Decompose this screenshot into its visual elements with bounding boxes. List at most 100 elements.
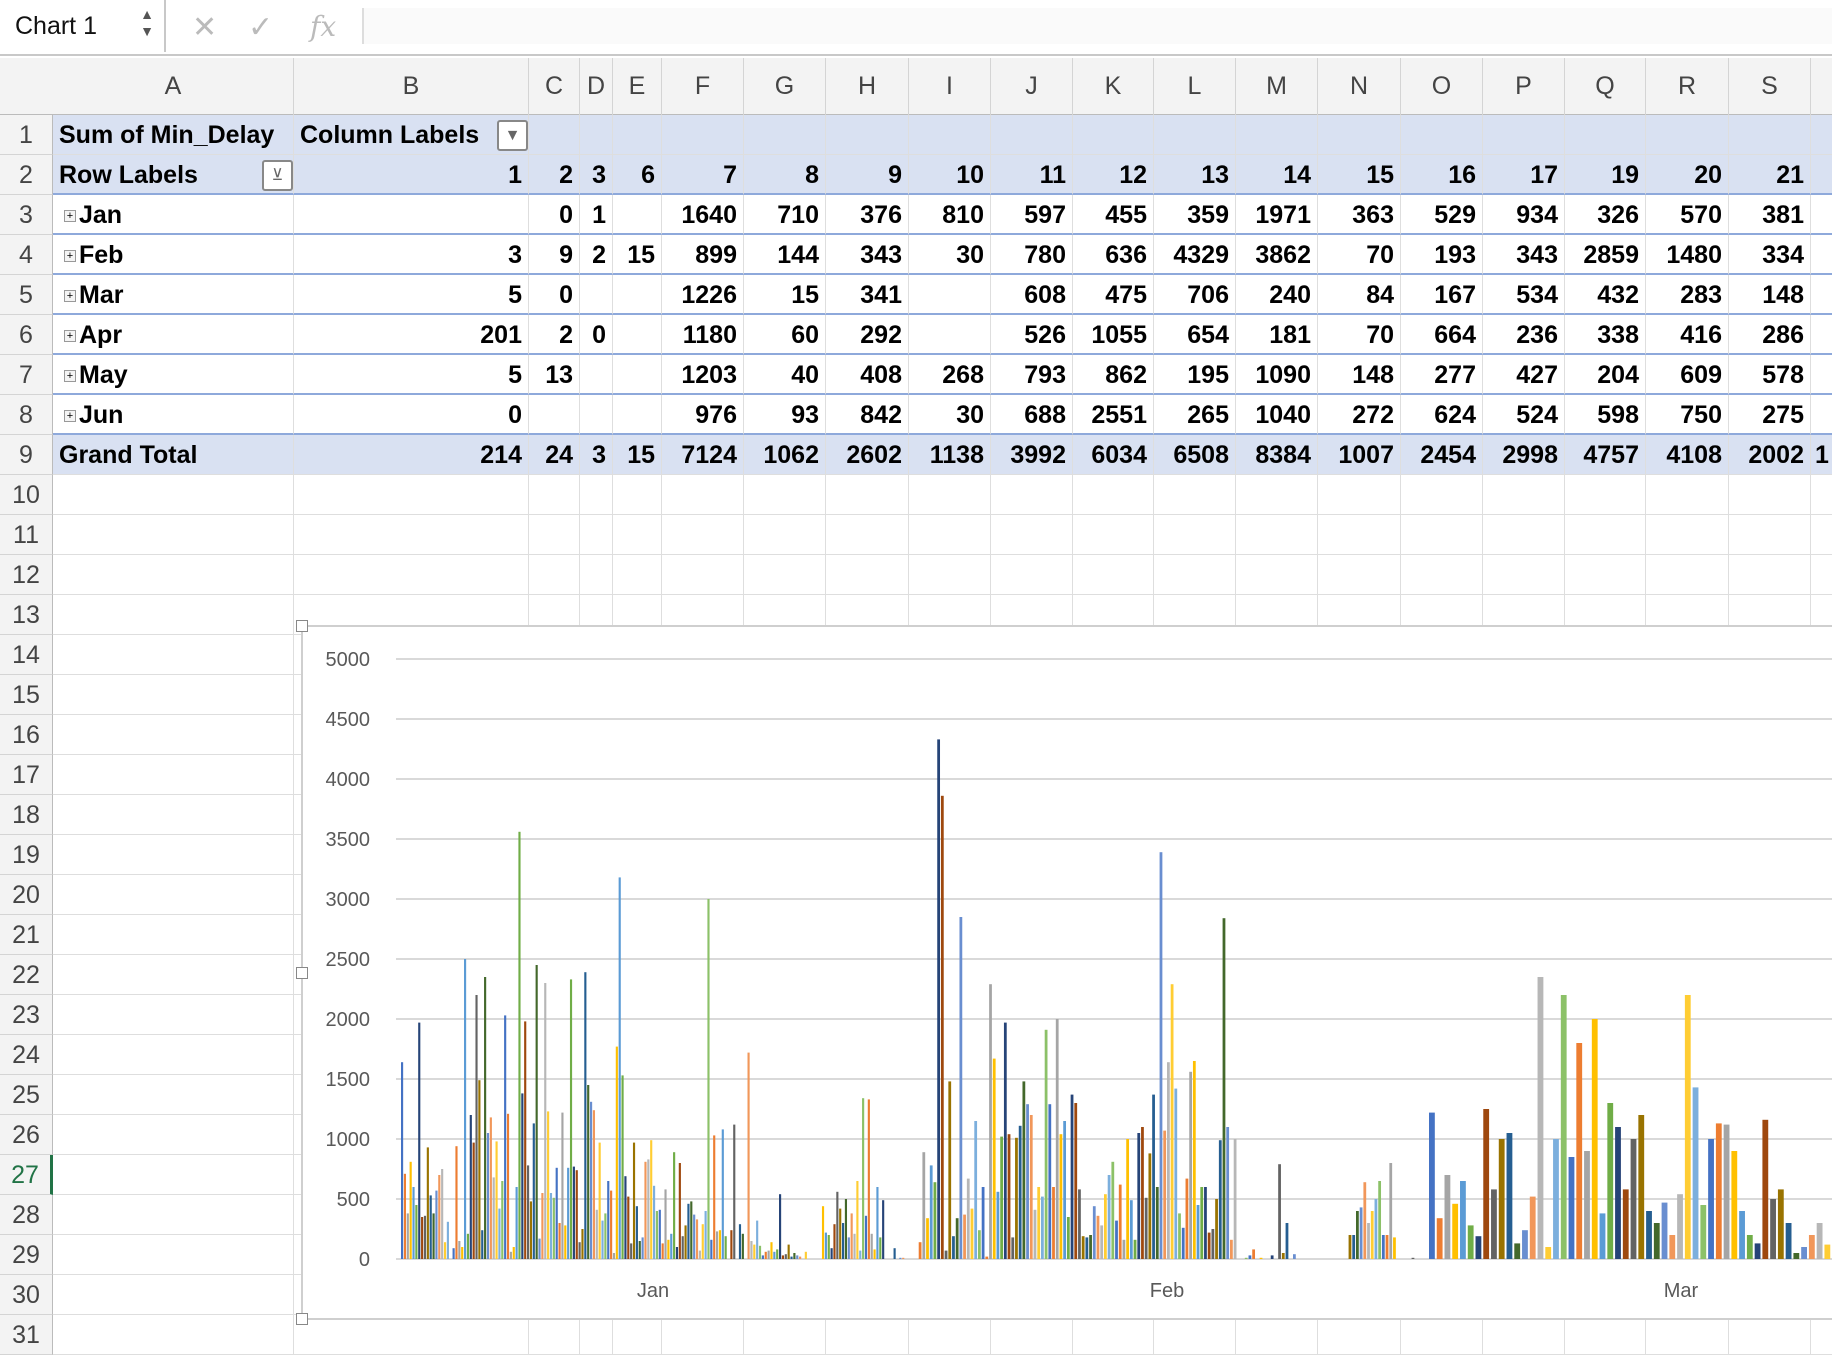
row-header-22[interactable]: 22 [0,955,53,995]
column-header-R[interactable]: R [1646,58,1729,115]
pivot-value: 1090 [1236,355,1318,395]
column-header-G[interactable]: G [744,58,826,115]
cell [744,115,826,155]
row-header-4[interactable]: 4 [0,235,53,275]
expand-icon[interactable]: + [64,410,76,423]
bar [1074,1103,1078,1259]
expand-icon[interactable]: + [64,210,76,223]
cell [294,475,529,515]
resize-handle[interactable] [296,967,308,979]
column-header-L[interactable]: L [1154,58,1236,115]
bar [1522,1230,1528,1259]
expand-icon[interactable]: + [64,250,76,263]
row-header-1[interactable]: 1 [0,115,53,155]
row-header-18[interactable]: 18 [0,795,53,835]
bar [1545,1247,1552,1259]
column-header-C[interactable]: C [529,58,580,115]
cell [1073,475,1154,515]
bar [707,899,710,1259]
row-header-14[interactable]: 14 [0,635,53,675]
column-labels-dropdown-button[interactable]: ▼ [497,120,528,151]
pivot-column-key: 15 [1318,155,1401,195]
row-header-12[interactable]: 12 [0,555,53,595]
column-header-F[interactable]: F [662,58,744,115]
row-header-10[interactable]: 10 [0,475,53,515]
column-header-S[interactable]: S [1729,58,1811,115]
bar [952,1236,955,1259]
row-header-30[interactable]: 30 [0,1275,53,1315]
cancel-x-icon[interactable]: ✕ [192,10,217,45]
bar [940,795,944,1259]
row-header-16[interactable]: 16 [0,715,53,755]
pivot-value: 0 [580,315,613,355]
row-header-7[interactable]: 7 [0,355,53,395]
row-header-20[interactable]: 20 [0,875,53,915]
pivot-value: 432 [1565,275,1646,315]
row-header-9[interactable]: 9 [0,435,53,475]
cell [53,915,294,955]
row-header-28[interactable]: 28 [0,1195,53,1235]
row-header-5[interactable]: 5 [0,275,53,315]
chart-1[interactable]: 0 500 1000 1500 2000 2500 3000 3500 4000 4500 5000… [296,620,1832,1325]
column-header-N[interactable]: N [1318,58,1401,115]
pivot-value: 750 [1646,395,1729,435]
row-header-15[interactable]: 15 [0,675,53,715]
formula-input[interactable] [362,8,1832,44]
column-header-H[interactable]: H [826,58,909,115]
pivot-column-key: 12 [1073,155,1154,195]
column-header-K[interactable]: K [1073,58,1154,115]
row-labels-filter-icon[interactable]: ⊻ [262,160,293,191]
column-header-Q[interactable]: Q [1565,58,1646,115]
row-header-11[interactable]: 11 [0,515,53,555]
resize-handle[interactable] [296,1313,308,1325]
row-header-25[interactable]: 25 [0,1075,53,1115]
bar [1411,1257,1415,1259]
row-header-8[interactable]: 8 [0,395,53,435]
column-header-B[interactable]: B [294,58,529,115]
column-header-I[interactable]: I [909,58,991,115]
expand-icon[interactable]: + [64,370,76,383]
column-header-A[interactable]: A [53,58,294,115]
pivot-value: 359 [1154,195,1236,235]
row-header-31[interactable]: 31 [0,1315,53,1355]
name-box[interactable]: Chart 1 ▲ ▼ [0,0,166,52]
row-header-17[interactable]: 17 [0,755,53,795]
resize-handle[interactable] [296,620,308,632]
cell [1318,475,1401,515]
column-header-J[interactable]: J [991,58,1073,115]
cell [1073,555,1154,595]
row-header-26[interactable]: 26 [0,1115,53,1155]
enter-check-icon[interactable]: ✓ [248,10,273,45]
column-header-D[interactable]: D [580,58,613,115]
pivot-value: 277 [1401,355,1483,395]
bar [753,1244,756,1259]
bar [1200,1187,1204,1259]
expand-icon[interactable]: + [64,290,76,303]
name-box-spinner-icon[interactable]: ▲ ▼ [140,6,154,40]
row-header-24[interactable]: 24 [0,1035,53,1075]
row-header-19[interactable]: 19 [0,835,53,875]
row-header-23[interactable]: 23 [0,995,53,1035]
expand-icon[interactable]: + [64,330,76,343]
row-header-3[interactable]: 3 [0,195,53,235]
row-header-21[interactable]: 21 [0,915,53,955]
row-header-2[interactable]: 2 [0,155,53,195]
cell [826,515,909,555]
row-header-27[interactable]: 27 [0,1155,53,1195]
column-header-M[interactable]: M [1236,58,1318,115]
bar [787,1244,790,1259]
column-header-T[interactable] [1811,58,1832,115]
pivot-value: 275 [1729,395,1811,435]
row-header-29[interactable]: 29 [0,1235,53,1275]
column-header-E[interactable]: E [613,58,662,115]
row-header-13[interactable]: 13 [0,595,53,635]
function-icon[interactable]: fx [310,10,336,43]
cell [53,1315,294,1355]
column-header-O[interactable]: O [1401,58,1483,115]
column-header-P[interactable]: P [1483,58,1565,115]
bar [1037,1187,1041,1259]
cell [53,555,294,595]
row-header-6[interactable]: 6 [0,315,53,355]
bar [498,1208,501,1259]
bar [492,1177,495,1259]
